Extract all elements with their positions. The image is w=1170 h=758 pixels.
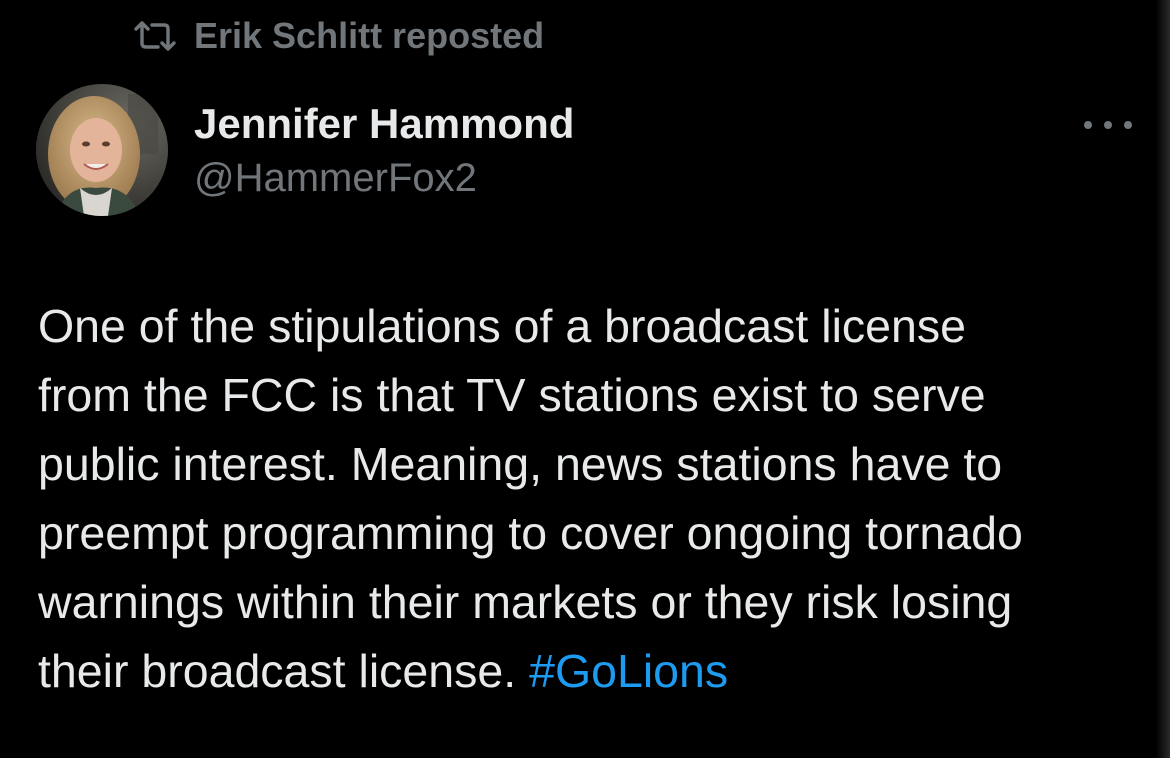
tweet-line: warnings within their markets or they ri…: [38, 576, 1013, 628]
repost-icon: [134, 21, 176, 51]
avatar[interactable]: [36, 84, 168, 216]
tweet-line: preempt programming to cover ongoing tor…: [38, 507, 1023, 559]
tweet-line: public interest. Meaning, news stations …: [38, 438, 1003, 490]
more-dots-icon: [1084, 121, 1092, 129]
repost-indicator[interactable]: Erik Schlitt reposted: [132, 14, 544, 58]
author-handle[interactable]: @HammerFox2: [194, 156, 477, 201]
more-dots-icon: [1124, 121, 1132, 129]
tweet-line: One of the stipulations of a broadcast l…: [38, 300, 966, 352]
tweet-text: One of the stipulations of a broadcast l…: [38, 292, 1148, 706]
avatar-photo: [36, 84, 168, 216]
more-dots-icon: [1104, 121, 1112, 129]
tweet-line-text: their broadcast license.: [38, 645, 530, 697]
author-name[interactable]: Jennifer Hammond: [194, 100, 574, 148]
hashtag-link[interactable]: #GoLions: [529, 645, 728, 697]
more-options-button[interactable]: [1080, 108, 1136, 142]
tweet-line: from the FCC is that TV stations exist t…: [38, 369, 986, 421]
scroll-edge: [1156, 0, 1170, 758]
repost-label: Erik Schlitt reposted: [194, 15, 545, 56]
tweet-line-last: their broadcast license. #GoLions: [38, 637, 1148, 706]
